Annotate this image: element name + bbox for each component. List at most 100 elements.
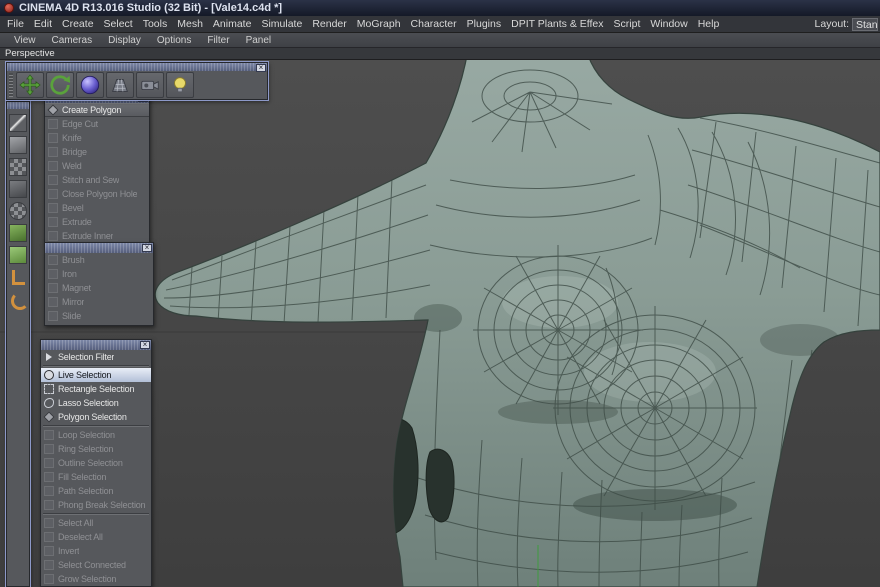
window-titlebar[interactable]: CINEMA 4D R13.016 Studio (32 Bit) - [Val… bbox=[0, 0, 880, 16]
row-label: Lasso Selection bbox=[58, 398, 119, 408]
row-label: Edge Cut bbox=[62, 119, 98, 129]
menu-item-edit[interactable]: Edit bbox=[29, 18, 57, 30]
layout-select[interactable]: Stan bbox=[852, 18, 878, 31]
create-polygon-icon bbox=[47, 104, 58, 115]
row-label: Knife bbox=[62, 133, 82, 143]
grow-selection-item: Grow Selection bbox=[41, 572, 151, 586]
selection-filter-item[interactable]: Selection Filter bbox=[41, 350, 151, 364]
iron-icon bbox=[48, 269, 58, 279]
row-label: Rectangle Selection bbox=[58, 384, 134, 394]
lasso-selection-item[interactable]: Lasso Selection bbox=[41, 396, 151, 410]
textured-cube-icon[interactable] bbox=[9, 158, 27, 176]
move-tool-button[interactable] bbox=[16, 72, 44, 98]
row-label: Brush bbox=[62, 255, 85, 265]
grow-selection-icon bbox=[44, 574, 54, 584]
menu-item-file[interactable]: File bbox=[2, 18, 29, 30]
tool-slide: Slide bbox=[45, 309, 153, 323]
bevel-icon bbox=[48, 203, 58, 213]
menu-item-animate[interactable]: Animate bbox=[208, 18, 257, 30]
menu-item-help[interactable]: Help bbox=[693, 18, 725, 30]
menu-item-plugins[interactable]: Plugins bbox=[462, 18, 506, 30]
tool-extrude: Extrude bbox=[45, 215, 149, 229]
viewmenu-display[interactable]: Display bbox=[100, 35, 149, 46]
camera-icon bbox=[139, 74, 161, 96]
row-label: Select All bbox=[58, 518, 93, 528]
slide-icon bbox=[48, 311, 58, 321]
close-polygon-hole-icon bbox=[48, 189, 58, 199]
tool-iron: Iron bbox=[45, 267, 153, 281]
select-all-icon bbox=[44, 518, 54, 528]
row-label: Magnet bbox=[62, 283, 91, 293]
row-label: Stitch and Sew bbox=[62, 175, 119, 185]
magnet-icon bbox=[48, 283, 58, 293]
extrude-inner-icon bbox=[48, 231, 58, 241]
menu-item-character[interactable]: Character bbox=[406, 18, 462, 30]
move-icon bbox=[19, 74, 41, 96]
row-label: Extrude Inner bbox=[62, 231, 113, 241]
extrude-icon bbox=[48, 217, 58, 227]
loop-selection-item: Loop Selection bbox=[41, 428, 151, 442]
checker-sphere-icon[interactable] bbox=[9, 202, 27, 220]
menu-item-mesh[interactable]: Mesh bbox=[172, 18, 208, 30]
menu-item-simulate[interactable]: Simulate bbox=[256, 18, 307, 30]
cube-icon[interactable] bbox=[9, 136, 27, 154]
row-label: Deselect All bbox=[58, 532, 103, 542]
row-label: Ring Selection bbox=[58, 444, 113, 454]
dark-cube-icon[interactable] bbox=[9, 180, 27, 198]
viewmenu-cameras[interactable]: Cameras bbox=[44, 35, 101, 46]
row-label: Weld bbox=[62, 161, 82, 171]
menu-item-mograph[interactable]: MoGraph bbox=[352, 18, 406, 30]
camera-tool-button[interactable] bbox=[136, 72, 164, 98]
menu-item-window[interactable]: Window bbox=[645, 18, 692, 30]
menu-item-dpit-plants-effex[interactable]: DPIT Plants & Effex bbox=[506, 18, 608, 30]
row-label: Create Polygon bbox=[62, 105, 121, 115]
hook-spline-icon[interactable] bbox=[9, 290, 27, 308]
viewport-header[interactable]: Perspective bbox=[0, 48, 880, 60]
scale-tool-button[interactable] bbox=[76, 72, 104, 98]
selection-palette-titlebar[interactable] bbox=[41, 340, 151, 350]
menu-item-create[interactable]: Create bbox=[57, 18, 99, 30]
green-cube-icon[interactable] bbox=[9, 224, 27, 242]
viewmenu-options[interactable]: Options bbox=[149, 35, 199, 46]
menu-item-script[interactable]: Script bbox=[609, 18, 646, 30]
rectangle-selection-item[interactable]: Rectangle Selection bbox=[41, 382, 151, 396]
green-cube-light-icon[interactable] bbox=[9, 246, 27, 264]
pen-tool-icon[interactable] bbox=[9, 114, 27, 132]
tool-create-polygon[interactable]: Create Polygon bbox=[45, 103, 149, 117]
menu-item-render[interactable]: Render bbox=[307, 18, 351, 30]
side-toolbar-titlebar[interactable] bbox=[7, 102, 29, 109]
l-spline-icon[interactable] bbox=[9, 268, 27, 286]
menu-item-tools[interactable]: Tools bbox=[138, 18, 173, 30]
live-selection-item[interactable]: Live Selection bbox=[41, 368, 151, 382]
light-tool-button[interactable] bbox=[166, 72, 194, 98]
rotate-tool-button[interactable] bbox=[46, 72, 74, 98]
close-icon[interactable] bbox=[142, 244, 152, 252]
transform-palette-titlebar[interactable] bbox=[45, 243, 153, 253]
ring-selection-item: Ring Selection bbox=[41, 442, 151, 456]
close-icon[interactable] bbox=[140, 341, 150, 349]
select-all-item: Select All bbox=[41, 516, 151, 530]
palette-grip[interactable] bbox=[9, 73, 13, 97]
close-icon[interactable] bbox=[256, 64, 266, 72]
viewmenu-panel[interactable]: Panel bbox=[238, 35, 280, 46]
polygon-selection-item[interactable]: Polygon Selection bbox=[41, 410, 151, 424]
select-connected-item: Select Connected bbox=[41, 558, 151, 572]
app-window: CINEMA 4D R13.016 Studio (32 Bit) - [Val… bbox=[0, 0, 880, 587]
menu-bar: File Edit Create Select Tools Mesh Anima… bbox=[0, 16, 880, 33]
perspective-view-button[interactable] bbox=[106, 72, 134, 98]
viewport-menu-bar: View Cameras Display Options Filter Pane… bbox=[0, 33, 880, 48]
outline-selection-icon bbox=[44, 458, 54, 468]
tool-palette-titlebar[interactable] bbox=[7, 63, 267, 71]
deselect-all-icon bbox=[44, 532, 54, 542]
viewmenu-view[interactable]: View bbox=[6, 35, 44, 46]
invert-icon bbox=[44, 546, 54, 556]
bridge-icon bbox=[48, 147, 58, 157]
side-toolbar bbox=[6, 101, 30, 587]
viewmenu-filter[interactable]: Filter bbox=[199, 35, 237, 46]
separator bbox=[43, 365, 149, 367]
brush-icon bbox=[48, 255, 58, 265]
viewport-label: Perspective bbox=[5, 48, 55, 59]
light-icon bbox=[169, 74, 191, 96]
menu-item-select[interactable]: Select bbox=[99, 18, 138, 30]
row-label: Mirror bbox=[62, 297, 84, 307]
